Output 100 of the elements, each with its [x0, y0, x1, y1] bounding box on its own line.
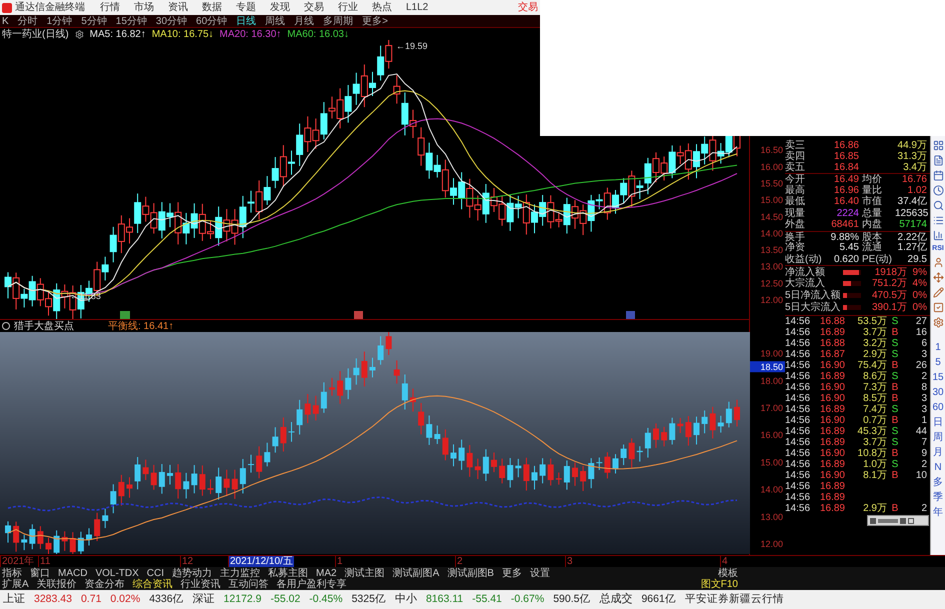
period-button[interactable]: 5 [935, 357, 941, 368]
search-icon[interactable] [932, 200, 944, 211]
info-tab[interactable]: 资金分布 [84, 579, 125, 590]
info-tab[interactable]: 关联报价 [36, 579, 77, 590]
indicator-tab[interactable]: 测试主图 [344, 568, 385, 578]
indicator-tab[interactable]: VOL-TDX [95, 568, 139, 578]
period-tab[interactable]: 分时 [18, 16, 38, 26]
row-value: 16.49 [832, 174, 859, 184]
document-icon[interactable] [932, 155, 944, 166]
trade-time: 14:56 [785, 327, 811, 338]
person-icon[interactable] [932, 257, 944, 268]
indicator-tab[interactable]: 私募主图 [268, 568, 308, 578]
indicator-tab[interactable]: MA2 [316, 568, 337, 578]
period-tab[interactable]: 更多> [362, 16, 388, 26]
period-tab[interactable]: 多周期 [323, 16, 354, 26]
order-price: 16.84 [832, 162, 859, 173]
info-tab[interactable]: 各用户盈利专享 [276, 579, 347, 590]
trade-button[interactable]: 交易 [518, 2, 538, 13]
f10-button[interactable]: 图文F10 [700, 579, 738, 590]
period-button[interactable]: 15 [932, 372, 944, 383]
trade-price: 16.89 [818, 371, 845, 382]
indicator-tab[interactable]: 测试副图B [447, 568, 494, 578]
trade-side: B [892, 360, 898, 371]
row-label: 换手 [785, 232, 806, 242]
clock-icon[interactable] [932, 185, 944, 196]
row-label: 净流入额 [785, 266, 826, 278]
row-label: 现量 [785, 208, 806, 219]
period-tab[interactable]: 30分钟 [156, 16, 188, 26]
trade-volume: 45.3万 [858, 426, 887, 437]
indicator-tab[interactable]: 主力监控 [220, 568, 260, 578]
period-tab[interactable]: 15分钟 [116, 16, 147, 26]
period-tab[interactable]: 日线 [236, 16, 256, 26]
indicator-tab[interactable]: 趋势动力 [172, 568, 212, 578]
period-button[interactable]: 年 [933, 507, 943, 518]
period-button[interactable]: 季 [933, 492, 943, 503]
indicator-tab[interactable]: MACD [58, 568, 88, 578]
trade-time: 14:56 [785, 371, 811, 382]
indicator-tab[interactable]: 更多 [502, 568, 522, 578]
menu-item[interactable]: 热点 [365, 2, 399, 13]
trade-price: 16.90 [818, 448, 845, 459]
axis-label: 13.50 [760, 245, 783, 256]
menu-item[interactable]: L1L2 [399, 2, 436, 13]
trade-count: 44 [916, 426, 927, 437]
info-tab[interactable]: 扩展A [2, 579, 29, 590]
indicator-tab[interactable]: 指标 [2, 568, 22, 578]
axis-label: 14.00 [760, 228, 783, 238]
menu-item[interactable]: 行业 [331, 2, 365, 13]
info-tab[interactable]: 互动问答 [228, 579, 269, 590]
indicator-tab[interactable]: 设置 [530, 568, 550, 578]
indicator-tab[interactable]: 测试副图A [392, 568, 440, 578]
indicator-tab[interactable]: 窗口 [30, 568, 50, 578]
axis-label: 18.00 [760, 376, 783, 386]
pencil-icon[interactable] [932, 287, 944, 298]
menu-item[interactable]: 专题 [229, 2, 263, 13]
trade-side: B [892, 393, 898, 404]
period-button[interactable]: 多 [933, 477, 943, 488]
axis-label: 13.00 [760, 512, 783, 522]
calendar-icon[interactable] [932, 170, 944, 181]
row-label: 最高 [785, 184, 806, 196]
period-tab[interactable]: 5分钟 [81, 16, 107, 26]
axis-label: 12.50 [760, 278, 783, 288]
period-button[interactable]: 月 [933, 447, 943, 458]
period-button[interactable]: 30 [932, 387, 944, 398]
template-button[interactable]: 模板 [718, 568, 738, 578]
bar-chart-icon[interactable] [932, 230, 944, 241]
period-tab[interactable]: 周线 [265, 16, 286, 26]
settings-icon[interactable] [74, 30, 84, 38]
trade-count: 8 [921, 382, 927, 393]
signal-tag-icon [120, 311, 130, 319]
current-price-label: 18.50 [750, 361, 785, 372]
period-tab[interactable]: 1分钟 [46, 16, 72, 26]
floating-toolbar[interactable] [867, 515, 929, 526]
menu-item[interactable]: 市场 [127, 2, 161, 13]
flow-value: 751.2万 [870, 278, 907, 288]
menu-item[interactable]: 交易 [297, 2, 331, 13]
grid-icon[interactable] [932, 140, 944, 151]
period-button[interactable]: N [934, 462, 942, 473]
trade-volume: 8.1万 [863, 470, 887, 481]
row-label: 股本 [861, 232, 883, 242]
info-tab[interactable]: 综合资讯 [132, 579, 173, 590]
period-button[interactable]: 1 [935, 342, 941, 353]
move-icon[interactable] [932, 272, 944, 283]
menu-item[interactable]: 资讯 [161, 2, 195, 13]
row-value: 0.620 [832, 254, 859, 265]
info-tab[interactable]: 行业资讯 [180, 579, 221, 590]
period-tab[interactable]: 60分钟 [196, 16, 228, 26]
period-button[interactable]: 60 [932, 402, 944, 413]
row-label: PE(动) [861, 254, 893, 265]
menu-item[interactable]: 数据 [195, 2, 229, 13]
menu-item[interactable]: 行情 [93, 2, 127, 13]
checkbox-icon[interactable] [932, 302, 944, 313]
period-tab[interactable]: 月线 [294, 16, 314, 26]
settings-icon[interactable] [932, 317, 944, 328]
menu-item[interactable]: 发现 [263, 2, 297, 13]
ma-value: MA10: 16.75↓ [152, 28, 214, 40]
trade-count: 1 [921, 415, 927, 426]
indicator-tab[interactable]: CCI [146, 568, 164, 578]
period-button[interactable]: 日 [933, 417, 943, 428]
period-button[interactable]: 周 [933, 432, 943, 443]
row-value: 9.88% [830, 232, 859, 242]
